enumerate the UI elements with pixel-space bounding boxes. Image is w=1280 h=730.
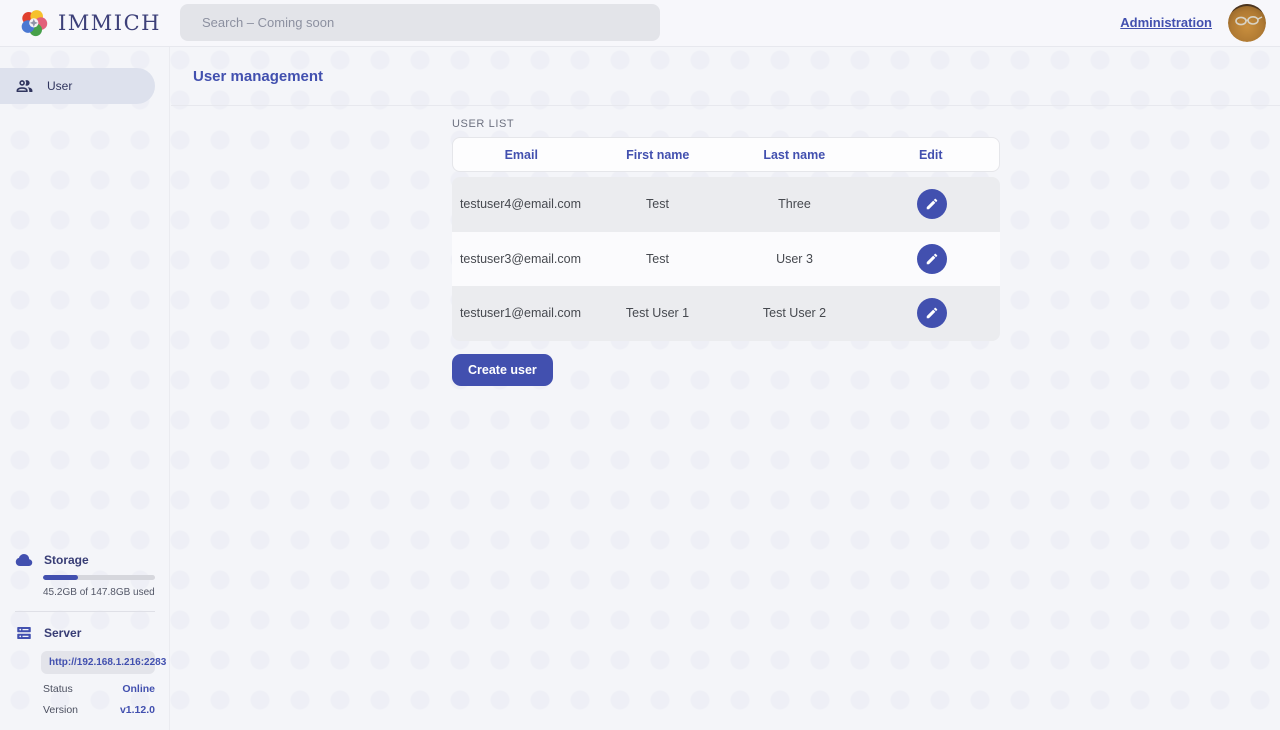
create-user-button[interactable]: Create user bbox=[452, 354, 553, 386]
edit-user-button[interactable] bbox=[917, 189, 947, 219]
server-status-label: Status bbox=[43, 683, 73, 695]
cell-email: testuser4@email.com bbox=[452, 197, 589, 211]
immich-flower-icon bbox=[19, 8, 49, 38]
cell-email: testuser3@email.com bbox=[452, 252, 589, 266]
server-url-chip: http://192.168.1.216:2283 bbox=[41, 651, 155, 674]
sidebar: User Storage 45.2GB of 147.8GB used bbox=[0, 47, 170, 730]
header-edit: Edit bbox=[863, 148, 1000, 162]
server-icon bbox=[15, 624, 33, 642]
sidebar-status-widgets: Storage 45.2GB of 147.8GB used bbox=[0, 551, 170, 730]
sidebar-divider bbox=[15, 611, 155, 612]
users-icon bbox=[15, 77, 34, 96]
pencil-icon bbox=[925, 252, 939, 266]
cell-first-name: Test bbox=[589, 197, 726, 211]
table-row: testuser4@email.com Test Three bbox=[452, 177, 1000, 232]
page-title: User management bbox=[193, 68, 323, 85]
cell-first-name: Test bbox=[589, 252, 726, 266]
cell-last-name: Test User 2 bbox=[726, 306, 863, 320]
storage-progress-bar bbox=[43, 575, 155, 580]
user-list-section: USER LIST Email First name Last name Edi… bbox=[452, 106, 1000, 386]
edit-user-button[interactable] bbox=[917, 298, 947, 328]
server-status-value: Online bbox=[122, 683, 155, 695]
header-last-name: Last name bbox=[726, 148, 863, 162]
table-row: testuser3@email.com Test User 3 bbox=[452, 232, 1000, 287]
user-avatar[interactable] bbox=[1228, 4, 1266, 42]
user-table-body: testuser4@email.com Test Three testuser3… bbox=[452, 177, 1000, 341]
sidebar-item-user[interactable]: User bbox=[0, 68, 155, 104]
server-version-value: v1.12.0 bbox=[120, 704, 155, 716]
administration-link[interactable]: Administration bbox=[1120, 15, 1212, 30]
cell-first-name: Test User 1 bbox=[589, 306, 726, 320]
table-row: testuser1@email.com Test User 1 Test Use… bbox=[452, 286, 1000, 341]
cell-last-name: User 3 bbox=[726, 252, 863, 266]
storage-usage-text: 45.2GB of 147.8GB used bbox=[43, 587, 155, 598]
storage-progress-fill bbox=[43, 575, 78, 580]
user-table-header: Email First name Last name Edit bbox=[452, 137, 1000, 172]
immich-logo[interactable]: IMMICH bbox=[19, 8, 161, 38]
server-version-label: Version bbox=[43, 704, 78, 716]
logo-wordmark: IMMICH bbox=[58, 11, 161, 35]
server-title: Server bbox=[44, 626, 81, 640]
pencil-icon bbox=[925, 197, 939, 211]
header-email: Email bbox=[453, 148, 590, 162]
storage-widget: Storage 45.2GB of 147.8GB used bbox=[15, 551, 155, 598]
top-bar: IMMICH Administration bbox=[0, 0, 1280, 47]
page-header: User management bbox=[171, 47, 1280, 106]
cloud-icon bbox=[15, 551, 33, 569]
pencil-icon bbox=[925, 306, 939, 320]
cell-email: testuser1@email.com bbox=[452, 306, 589, 320]
user-list-label: USER LIST bbox=[452, 118, 1000, 130]
header-first-name: First name bbox=[590, 148, 727, 162]
server-widget: Server http://192.168.1.216:2283 Status … bbox=[15, 624, 155, 716]
search-input[interactable] bbox=[180, 4, 660, 41]
storage-title: Storage bbox=[44, 553, 89, 567]
edit-user-button[interactable] bbox=[917, 244, 947, 274]
sidebar-item-label: User bbox=[47, 79, 72, 93]
cell-last-name: Three bbox=[726, 197, 863, 211]
